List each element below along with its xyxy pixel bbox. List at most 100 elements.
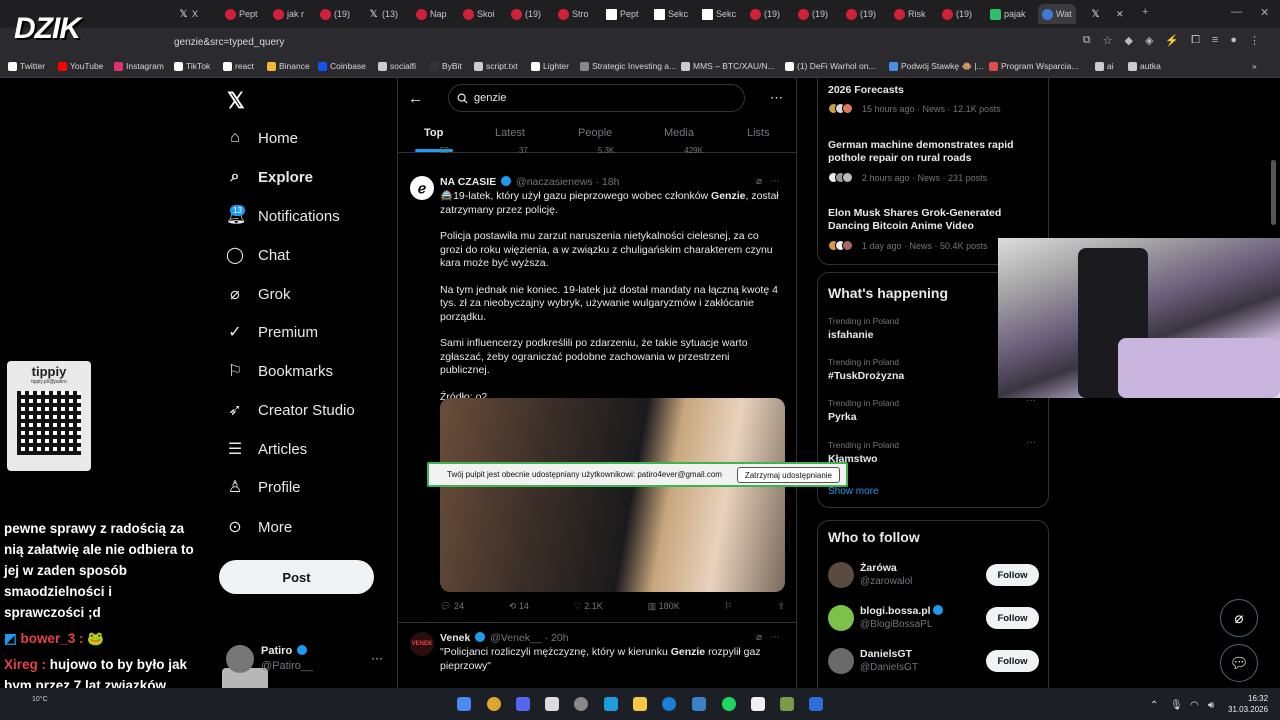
bookmark-item[interactable]: Strategic Investing a... [580,61,676,71]
sidebar-item-premium[interactable]: ✓ Premium [226,319,318,345]
app-icon[interactable] [780,697,794,711]
back-arrow-icon[interactable]: ← [408,90,423,107]
extension-icon[interactable]: ◆ [1124,34,1132,47]
new-tab-button[interactable]: + [1142,6,1148,18]
more-icon[interactable]: ⋯ [770,90,783,106]
bookmark-item[interactable]: Instagram [114,61,164,71]
browser-tab[interactable]: (19) [320,4,350,24]
follow-button[interactable]: Follow [986,607,1039,629]
folder-icon[interactable] [633,697,647,711]
avatar[interactable] [226,645,254,673]
extension-icon[interactable]: ⚡ [1165,34,1179,47]
extension-icon[interactable]: ◈ [1145,34,1153,47]
cast-icon[interactable]: ⧉ [1083,34,1091,47]
kebab-menu-icon[interactable]: ⋮ [1249,34,1260,47]
bookmark-item[interactable]: react [223,61,254,71]
app-icon[interactable] [662,697,676,711]
tweet-video[interactable] [440,398,785,592]
discord-icon[interactable] [516,697,530,711]
puzzle-icon[interactable]: ⧠ [1191,34,1200,47]
volume-icon[interactable]: 🔊︎ [1208,700,1214,711]
like-count[interactable]: 5.3K [598,146,614,155]
avatar[interactable]: ● [1230,34,1237,47]
bookmark-item[interactable]: Coinbase [318,61,366,71]
minimize-button[interactable]: — [1231,6,1242,18]
browser-tab[interactable]: (19) [942,4,972,24]
tweet-author[interactable]: Venek [440,632,470,644]
browser-tab[interactable]: (19) [511,4,541,24]
browser-tab[interactable]: Sekc [654,4,688,24]
sidebar-item-more[interactable]: ⊙ More [226,514,292,540]
browser-tab[interactable]: pajak [990,4,1026,24]
repost-count[interactable]: 37 [519,146,528,155]
bookmark-item[interactable]: ByBit [430,61,462,71]
avatar[interactable]: VENEK [410,632,434,656]
browser-tab[interactable]: 𝕏 [1090,4,1104,24]
tweet-time[interactable]: · 20h [545,632,569,644]
views-button[interactable]: ▥ 180K [648,601,680,612]
trend-name[interactable]: #TuskDrożyzna [828,370,904,382]
follow-button[interactable]: Follow [986,564,1039,586]
more-icon[interactable]: ⋯ [770,632,780,643]
sidebar-item-bookmarks[interactable]: ⚐ Bookmarks [226,358,333,384]
scrollbar[interactable] [1271,160,1276,225]
browser-tab[interactable]: jak r [273,4,304,24]
microphone-icon[interactable]: 🎙︎ [1170,700,1183,711]
app-icon[interactable] [751,697,765,711]
view-count[interactable]: 429K [684,146,703,155]
bookmarks-overflow-icon[interactable]: » [1252,61,1257,71]
bookmark-item[interactable]: script.txt [474,61,518,71]
tab-people[interactable]: People [578,127,612,139]
tweet-author[interactable]: NA CZASIE [440,176,496,188]
browser-tab[interactable]: Nap [416,4,447,24]
app-icon[interactable] [692,697,706,711]
grok-icon[interactable]: ⌀ [756,176,762,187]
sidebar-item-explore[interactable]: ⌕ Explore [226,164,314,190]
browser-tab[interactable]: (19) [846,4,876,24]
show-more-link[interactable]: Show more [828,486,879,497]
grok-icon[interactable]: ⌀ [756,632,762,643]
account-name[interactable]: Patiro [261,645,309,657]
avatar[interactable] [828,605,854,631]
star-icon[interactable]: ☆ [1103,34,1113,47]
tab-lists[interactable]: Lists [747,127,770,139]
bookmark-item[interactable]: Lighter [531,61,569,71]
messages-fab-icon[interactable]: 💬︎ [1220,644,1258,682]
bookmark-item[interactable]: autka [1128,61,1161,71]
follow-button[interactable]: Follow [986,650,1039,672]
bookmark-icon[interactable]: ⚐ [725,601,733,612]
browser-tab[interactable]: (19) [798,4,828,24]
chevron-up-icon[interactable]: ⌃ [1150,700,1158,711]
sidebar-item-grok[interactable]: ⌀ Grok [226,281,290,307]
tab-top[interactable]: Top [424,127,443,139]
windows-start-icon[interactable] [457,697,471,711]
more-icon[interactable]: ··· [371,651,383,665]
browser-tab[interactable]: 𝕏 (13) [368,4,398,24]
bookmark-item[interactable]: TikTok [174,61,210,71]
sidebar-item-creator-studio[interactable]: ➶ Creator Studio [226,397,354,423]
close-window-button[interactable]: ✕ [1260,6,1269,19]
bookmark-item[interactable]: Binance [267,61,310,71]
browser-tab[interactable]: Pept [606,4,639,24]
search-input[interactable]: genzie [448,84,745,112]
share-icon[interactable]: ⇪ [777,601,785,612]
app-icon[interactable] [809,697,823,711]
sidebar-item-profile[interactable]: ♙ Profile [226,474,301,500]
bookmark-item[interactable]: YouTube [58,61,103,71]
bookmark-item[interactable]: Twitter [8,61,45,71]
post-button[interactable]: Post [219,560,374,594]
like-button[interactable]: ♡ 2.1K [574,601,603,612]
tweet-handle[interactable]: @Venek__ [490,632,542,644]
app-icon[interactable] [604,697,618,711]
x-logo-icon[interactable]: 𝕏 [227,88,245,114]
reply-count[interactable]: 59 [440,146,449,155]
more-icon[interactable]: ⋯ [770,176,780,187]
bookmark-item[interactable]: ai [1095,61,1114,71]
browser-tab[interactable]: (19) [750,4,780,24]
trend-name[interactable]: isfahanie [828,329,874,341]
follow-suggestion-name[interactable]: Żarówa [860,562,897,574]
avatar[interactable] [828,648,854,674]
sidebar-item-chat[interactable]: ◯ Chat [226,242,290,268]
spotify-icon[interactable] [722,697,736,711]
grok-fab-icon[interactable]: ⌀ [1220,599,1258,637]
